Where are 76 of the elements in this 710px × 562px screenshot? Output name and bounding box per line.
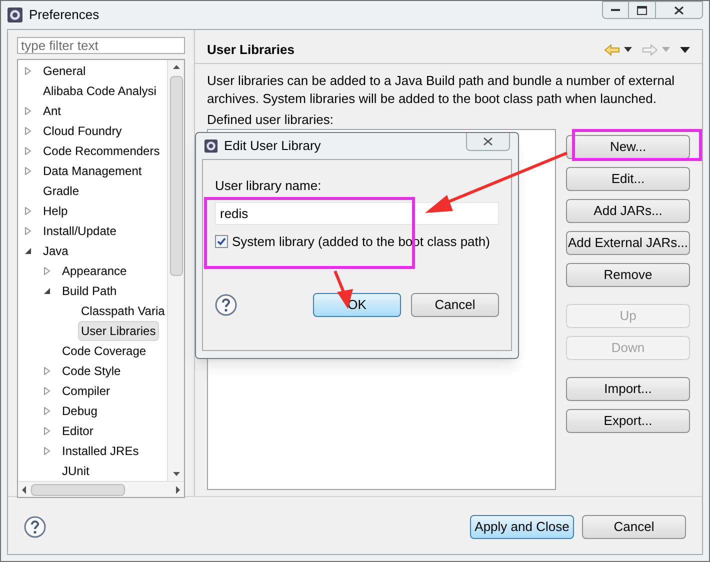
action-button[interactable]: Edit... (566, 167, 690, 191)
close-icon (483, 137, 493, 146)
tree-item[interactable]: Code Style (59, 361, 124, 381)
tree-item[interactable]: Installed JREs (59, 441, 142, 461)
tree-item[interactable]: Debug (59, 401, 100, 421)
action-button[interactable]: Export... (566, 409, 690, 433)
expanded-arrow-icon[interactable] (43, 287, 51, 295)
collapsed-arrow-icon[interactable] (24, 207, 32, 215)
tree-item[interactable]: General (40, 61, 89, 81)
view-menu-icon[interactable] (680, 46, 690, 52)
collapsed-arrow-icon[interactable] (43, 367, 51, 375)
action-button[interactable]: Add JARs... (566, 199, 690, 223)
maximize-icon (637, 6, 647, 14)
minimize-button[interactable] (602, 1, 629, 19)
tree-item[interactable]: Gradle (40, 181, 82, 201)
help-icon[interactable] (215, 294, 237, 316)
vertical-scrollbar[interactable] (167, 60, 184, 481)
app-icon (204, 139, 218, 153)
tree-item[interactable]: Help (40, 201, 71, 221)
tree-item[interactable]: Alibaba Code Analysi (40, 81, 160, 101)
list-label: Defined user libraries: (207, 111, 334, 129)
description-text: User libraries can be added to a Java Build path and bundle a number of external archives. System libraries will be added to the boot class path when launched. (207, 72, 676, 108)
collapsed-arrow-icon[interactable] (24, 167, 32, 175)
action-button[interactable]: New... (566, 135, 690, 159)
tree-item[interactable]: Appearance (59, 261, 130, 281)
dialog-button[interactable]: Apply and Close (470, 514, 574, 538)
tree-item[interactable]: Build Path (59, 281, 120, 301)
scroll-right-icon[interactable] (175, 486, 181, 494)
tree-item[interactable]: Ant (40, 101, 64, 121)
tree-item[interactable]: Code Recommenders (40, 141, 163, 161)
dialog-button[interactable]: Cancel (411, 293, 499, 317)
collapsed-arrow-icon[interactable] (24, 147, 32, 155)
checkbox[interactable] (215, 234, 228, 248)
tree-item[interactable]: Java (40, 241, 72, 261)
help-icon[interactable] (24, 516, 46, 538)
scroll-left-icon[interactable] (21, 486, 27, 494)
tree-item[interactable]: JUnit (59, 461, 92, 481)
collapsed-arrow-icon[interactable] (43, 267, 51, 275)
collapsed-arrow-icon[interactable] (43, 447, 51, 455)
collapsed-arrow-icon[interactable] (24, 107, 32, 115)
collapsed-arrow-icon[interactable] (43, 387, 51, 395)
filter-field[interactable]: type filter text (17, 37, 185, 54)
tree-item[interactable]: Data Management (40, 161, 145, 181)
close-button[interactable] (466, 133, 510, 151)
page-title: User Libraries (207, 40, 294, 59)
action-button[interactable]: Add External JARs... (566, 231, 690, 255)
library-name-field[interactable]: redis (215, 202, 499, 224)
action-button[interactable]: Import... (566, 377, 690, 401)
expanded-arrow-icon[interactable] (24, 247, 32, 255)
horizontal-scrollbar[interactable] (18, 481, 184, 497)
forward-arrow-icon (642, 44, 658, 56)
collapsed-arrow-icon[interactable] (24, 227, 32, 235)
collapsed-arrow-icon[interactable] (43, 407, 51, 415)
close-icon (674, 6, 684, 14)
field-label: User library name: (215, 177, 322, 195)
window-title: Preferences (29, 6, 100, 24)
collapsed-arrow-icon[interactable] (24, 127, 32, 135)
dialog-button[interactable]: OK (313, 293, 401, 317)
tree-item[interactable]: Classpath Varia (78, 301, 167, 321)
tree-item[interactable]: Editor (59, 421, 96, 441)
tree-item[interactable]: User Libraries (78, 321, 159, 341)
dialog-title: Edit User Library (224, 137, 321, 156)
close-button[interactable] (656, 1, 703, 19)
maximize-button[interactable] (629, 1, 656, 19)
dropdown-icon[interactable] (624, 47, 632, 52)
tree-item[interactable]: Code Coverage (59, 341, 150, 361)
dialog-button[interactable]: Cancel (582, 514, 686, 538)
action-button[interactable]: Remove (566, 263, 690, 287)
tree-item[interactable]: Compiler (59, 381, 114, 401)
tree-item[interactable]: Cloud Foundry (40, 121, 125, 141)
minimize-icon (611, 8, 620, 12)
collapsed-arrow-icon[interactable] (24, 67, 32, 75)
dropdown-icon (662, 47, 670, 52)
tree-item[interactable]: Install/Update (40, 221, 120, 241)
collapsed-arrow-icon[interactable] (43, 427, 51, 435)
app-icon (7, 7, 23, 23)
